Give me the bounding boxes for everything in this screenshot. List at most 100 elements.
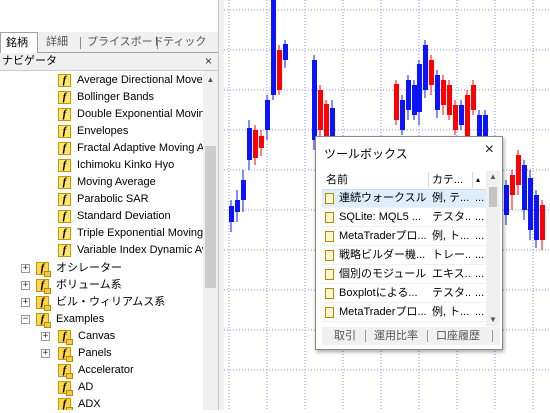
- list-item[interactable]: Boxplotによる... テスタ... ...: [322, 285, 486, 303]
- tree-item[interactable]: f AD: [0, 379, 203, 396]
- column-header-category[interactable]: カテ...: [432, 171, 463, 189]
- candle-body: [435, 75, 440, 110]
- candle-body: [324, 104, 329, 140]
- candle-body: [417, 64, 422, 112]
- candle-body: [441, 80, 446, 105]
- column-divider[interactable]: [428, 172, 429, 188]
- toolbox-window[interactable]: ツールボックス × 名前 カテ... ▴ 連続ウォークスル... 例, テ...…: [315, 136, 503, 350]
- tree-folder[interactable]: + f ビル・ウィリアムス系: [0, 294, 203, 311]
- column-divider[interactable]: [472, 172, 473, 188]
- tree-item[interactable]: f Fractal Adaptive Moving Average: [0, 140, 203, 157]
- navigator-title: ナビゲータ: [2, 55, 57, 67]
- item-category: テスタ...: [432, 287, 472, 299]
- indicator-folder-icon: f: [58, 330, 73, 345]
- candle-body: [447, 85, 452, 115]
- list-item[interactable]: 連続ウォークスル... 例, テ... ...: [322, 190, 486, 208]
- tree-item[interactable]: f Variable Index Dynamic Average: [0, 242, 203, 259]
- toolbox-bottom-tabs: 取引 運用比率 口座履歴: [322, 327, 500, 345]
- indicator-icon: f: [58, 176, 71, 189]
- close-icon[interactable]: ×: [485, 141, 494, 159]
- article-icon: [325, 307, 334, 318]
- tree-item-label: Average Directional Movement: [77, 74, 203, 86]
- list-item[interactable]: 個別のモジュール... エキス... ...: [322, 266, 486, 284]
- expand-icon[interactable]: +: [21, 264, 30, 273]
- tree-item[interactable]: f Bollinger Bands: [0, 89, 203, 106]
- indicator-folder-icon: f: [36, 313, 51, 328]
- navigator-tree: f Average Directional Movement f Bolling…: [0, 71, 203, 410]
- tree-folder-label: Panels: [78, 347, 112, 359]
- item-more: ...: [475, 211, 485, 223]
- tree-item[interactable]: f Double Exponential Moving Average: [0, 106, 203, 123]
- tab-price-board[interactable]: プライスボード: [87, 34, 164, 52]
- scroll-up-icon[interactable]: ▲: [486, 171, 500, 183]
- tree-item[interactable]: f Parabolic SAR: [0, 191, 203, 208]
- example-indicator-icon: f: [58, 364, 73, 379]
- indicator-icon: f: [58, 227, 71, 240]
- indicator-folder-icon: f: [36, 296, 51, 311]
- tree-item-label: Envelopes: [77, 125, 129, 137]
- tree-item[interactable]: f Average Directional Movement: [0, 72, 203, 89]
- collapse-icon[interactable]: −: [21, 315, 30, 324]
- toolbox-scrollbar[interactable]: ▲ ▼: [486, 171, 500, 326]
- tab-ticks[interactable]: ティック: [163, 34, 206, 52]
- list-item[interactable]: 戦略ビルダー機... トレー... ...: [322, 247, 486, 265]
- scroll-down-icon[interactable]: ▼: [486, 314, 500, 326]
- tab-separator: [427, 330, 428, 342]
- article-icon: [325, 231, 334, 242]
- candle-body: [528, 178, 533, 230]
- tree-item[interactable]: f Standard Deviation: [0, 208, 203, 225]
- item-more: ...: [475, 306, 485, 318]
- article-icon: [325, 250, 334, 261]
- scroll-up-icon[interactable]: ▲: [203, 73, 218, 86]
- scrollbar-thumb[interactable]: [205, 146, 216, 288]
- item-name: 戦略ビルダー機...: [339, 249, 426, 261]
- scrollbar-thumb[interactable]: [489, 187, 497, 207]
- item-more: ...: [475, 268, 485, 280]
- list-item[interactable]: MetaTraderプロ... 例, ト... ...: [322, 304, 486, 322]
- item-name: SQLite: MQL5 ...: [339, 211, 421, 223]
- tree-item[interactable]: f Accelerator: [0, 362, 203, 379]
- indicator-icon: f: [58, 193, 71, 206]
- candle-body: [423, 45, 428, 90]
- example-indicator-icon: f: [58, 398, 73, 410]
- tab-exposure[interactable]: 運用比率: [374, 329, 418, 343]
- column-header-name[interactable]: 名前: [326, 171, 348, 189]
- candle-body: [465, 95, 470, 140]
- sort-arrow-icon[interactable]: ▴: [476, 171, 480, 189]
- tab-details[interactable]: 詳細: [46, 34, 68, 52]
- article-icon: [325, 212, 334, 223]
- expand-icon[interactable]: +: [21, 281, 30, 290]
- tree-item[interactable]: f Moving Average: [0, 174, 203, 191]
- tree-folder[interactable]: + f Canvas: [0, 328, 203, 345]
- tab-history[interactable]: 口座履歴: [436, 329, 480, 343]
- list-item[interactable]: SQLite: MQL5 ... テスタ... ...: [322, 209, 486, 227]
- candle-body: [265, 100, 270, 130]
- item-category: テスタ...: [432, 211, 472, 223]
- tree-item-label: ADX: [78, 398, 101, 410]
- indicator-icon: f: [58, 108, 71, 121]
- item-category: 例, ト...: [432, 230, 470, 242]
- tree-item[interactable]: f ADX: [0, 396, 203, 410]
- candle-body: [400, 100, 405, 130]
- tree-item[interactable]: f Ichimoku Kinko Hyo: [0, 157, 203, 174]
- tree-folder[interactable]: − f Examples: [0, 311, 203, 328]
- list-item[interactable]: MetaTraderプロ... 例, ト... ...: [322, 228, 486, 246]
- candle-body: [540, 205, 545, 240]
- tree-folder[interactable]: + f オシレーター: [0, 260, 203, 277]
- indicator-icon: f: [58, 142, 71, 155]
- expand-icon[interactable]: +: [41, 349, 50, 358]
- indicator-folder-icon: f: [36, 262, 51, 277]
- expand-icon[interactable]: +: [21, 298, 30, 307]
- tab-trade[interactable]: 取引: [334, 329, 356, 343]
- expand-icon[interactable]: +: [41, 332, 50, 341]
- tab-symbols[interactable]: 銘柄: [0, 32, 38, 53]
- tree-item[interactable]: f Envelopes: [0, 123, 203, 140]
- navigator-scrollbar[interactable]: ▲: [203, 71, 218, 410]
- tree-item[interactable]: f Triple Exponential Moving Average: [0, 225, 203, 242]
- indicator-icon: f: [58, 210, 71, 223]
- tree-item-label: Parabolic SAR: [77, 193, 149, 205]
- tree-folder[interactable]: + f Panels: [0, 345, 203, 362]
- close-icon[interactable]: ×: [205, 53, 212, 69]
- example-indicator-icon: f: [58, 381, 73, 396]
- tree-folder[interactable]: + f ボリューム系: [0, 277, 203, 294]
